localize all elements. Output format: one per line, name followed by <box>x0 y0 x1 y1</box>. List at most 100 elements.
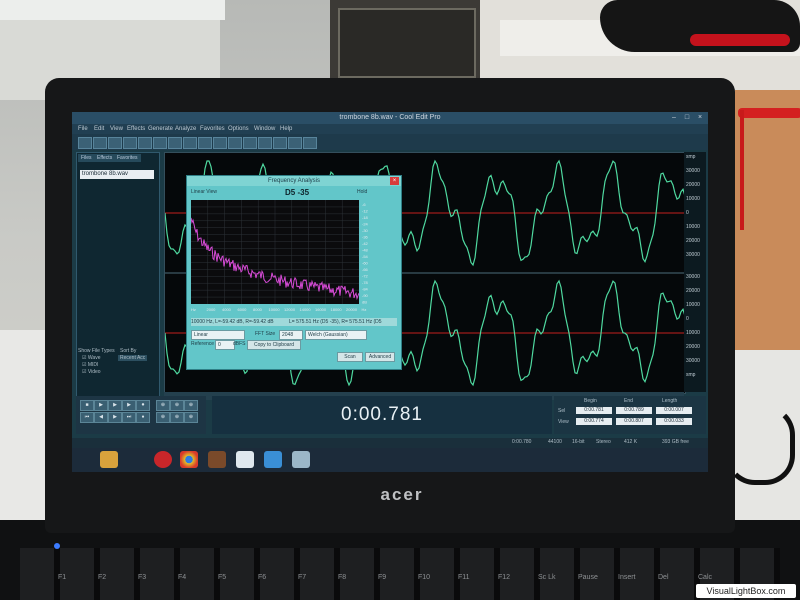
reference-input[interactable]: 0 <box>215 340 235 350</box>
maximize-button[interactable]: □ <box>681 113 693 122</box>
status-file-size: 412 K <box>624 439 638 445</box>
transport-button[interactable]: ⏮ <box>80 412 94 423</box>
toolbar-button[interactable] <box>213 137 227 149</box>
x-tick-label: 16000 <box>315 307 327 312</box>
transport-button[interactable]: ⏭ <box>122 412 136 423</box>
y-tick-label: -90 <box>362 293 369 298</box>
sel-end[interactable]: 0:00.789 <box>616 407 652 414</box>
transport-button[interactable]: ● <box>136 412 150 423</box>
watermark: VisualLightBox.com <box>696 584 796 598</box>
transport-button[interactable]: ⏺ <box>136 400 150 411</box>
toolbar-button[interactable] <box>258 137 272 149</box>
transport-button[interactable]: ▶ <box>108 412 122 423</box>
advanced-button[interactable]: Advanced <box>365 352 395 362</box>
frequency-analysis-close-button[interactable]: × <box>390 177 399 185</box>
copy-to-clipboard-button[interactable]: Copy to Clipboard <box>247 340 301 350</box>
toolbar-button[interactable] <box>228 137 242 149</box>
scale-label: 30000 <box>686 274 700 280</box>
status-bit-depth: 16-bit <box>572 439 585 445</box>
menu-analyze[interactable]: Analyze <box>175 124 196 134</box>
fft-size-select[interactable]: 2048 <box>279 330 303 340</box>
toolbar-button[interactable] <box>273 137 287 149</box>
zoom-button[interactable]: ⊕ <box>184 400 198 411</box>
menu-generate[interactable]: Generate <box>148 124 173 134</box>
scan-button[interactable]: Scan <box>337 352 363 362</box>
sort-by-label: Sort By <box>120 348 137 354</box>
video-checkbox[interactable]: ☑ Video <box>82 369 101 375</box>
key-label: Pause <box>578 574 598 581</box>
scale-label: 30000 <box>686 252 700 258</box>
power-led <box>54 543 60 549</box>
transport-button[interactable]: ■ <box>80 400 94 411</box>
app-icon[interactable] <box>264 451 282 468</box>
transport-button[interactable]: ▶ <box>108 400 122 411</box>
tab-favorites[interactable]: Favorites <box>114 154 141 162</box>
spectrum-plot[interactable]: -6 -12 -18 -24 -30 -36 -42 -48 -54 -60 -66 -72 -78 -8… <box>190 200 379 314</box>
y-tick-label: -72 <box>362 274 369 279</box>
midi-checkbox[interactable]: ☑ MIDI <box>82 362 98 368</box>
tab-effects[interactable]: Effects <box>94 154 116 162</box>
close-button[interactable]: × <box>694 113 706 122</box>
minimize-button[interactable]: – <box>668 113 680 122</box>
toolbar-button[interactable] <box>93 137 107 149</box>
chrome-icon[interactable] <box>180 451 198 468</box>
toolbar-button[interactable] <box>108 137 122 149</box>
key-label: Del <box>658 574 669 581</box>
detected-note: D5 -35 <box>285 188 310 197</box>
sel-length[interactable]: 0:00.007 <box>656 407 692 414</box>
status-sample-rate: 44100 <box>548 439 562 445</box>
menu-favorites[interactable]: Favorites <box>200 124 225 134</box>
wave-checkbox[interactable]: ☑ Wave <box>82 355 100 361</box>
tab-files[interactable]: Files <box>78 154 95 162</box>
cool-edit-icon[interactable] <box>208 451 226 468</box>
zoom-button[interactable]: ⊕ <box>184 412 198 423</box>
sel-begin[interactable]: 0:00.781 <box>576 407 612 414</box>
transport-button[interactable]: ▶ <box>94 400 108 411</box>
power-icon[interactable] <box>154 451 172 468</box>
transport-button[interactable]: ▶ <box>122 400 136 411</box>
toolbar-button[interactable] <box>153 137 167 149</box>
hold-label[interactable]: Hold <box>357 189 367 195</box>
red-stool-legs <box>740 110 800 230</box>
menu-file[interactable]: File <box>78 124 88 134</box>
dbfs-label: dBFS <box>233 341 246 347</box>
key-label: F2 <box>98 574 107 581</box>
transport-button[interactable]: ◀ <box>94 412 108 423</box>
window-type-select[interactable]: Welch (Gaussian) <box>305 330 367 340</box>
toolbar-button[interactable] <box>288 137 302 149</box>
time-display: 0:00.781 <box>212 396 552 434</box>
video-checkbox-label: Video <box>87 369 101 375</box>
readout-left: 10000 Hz, L=-59.42 dB, R=-59.42 dB <box>191 319 274 325</box>
menu-view[interactable]: View <box>110 124 123 134</box>
scale-type-select[interactable]: Linear <box>191 330 245 340</box>
file-list-item[interactable]: trombone 8b.wav <box>80 170 154 179</box>
view-end[interactable]: 0:00.807 <box>616 418 652 425</box>
sort-by-select[interactable]: Recent Acc <box>118 355 148 361</box>
menu-effects[interactable]: Effects <box>127 124 145 134</box>
menu-window[interactable]: Window <box>254 124 275 134</box>
zoom-button[interactable]: ⊕ <box>156 400 170 411</box>
toolbar-button[interactable] <box>123 137 137 149</box>
media-icon[interactable] <box>236 451 254 468</box>
menu-help[interactable]: Help <box>280 124 292 134</box>
view-length[interactable]: 0:00.033 <box>656 418 692 425</box>
toolbar-button[interactable] <box>78 137 92 149</box>
explorer-icon[interactable] <box>292 451 310 468</box>
toolbar-button[interactable] <box>303 137 317 149</box>
toolbar-button[interactable] <box>168 137 182 149</box>
toolbar-button[interactable] <box>198 137 212 149</box>
zoom-button[interactable]: ⊕ <box>170 412 184 423</box>
scale-label: smp <box>686 372 696 378</box>
folder-icon[interactable] <box>100 451 118 468</box>
frequency-analysis-window[interactable]: Frequency Analysis × Linear View D5 -35 … <box>186 175 402 370</box>
toolbar-button[interactable] <box>243 137 257 149</box>
y-tick-label: -30 <box>362 228 369 233</box>
toolbar-button[interactable] <box>183 137 197 149</box>
view-begin[interactable]: 0:00.774 <box>576 418 612 425</box>
zoom-button[interactable]: ⊕ <box>156 412 170 423</box>
laptop-brand: acer <box>380 485 424 504</box>
menu-options[interactable]: Options <box>228 124 249 134</box>
toolbar-button[interactable] <box>138 137 152 149</box>
menu-edit[interactable]: Edit <box>94 124 104 134</box>
zoom-button[interactable]: ⊕ <box>170 400 184 411</box>
